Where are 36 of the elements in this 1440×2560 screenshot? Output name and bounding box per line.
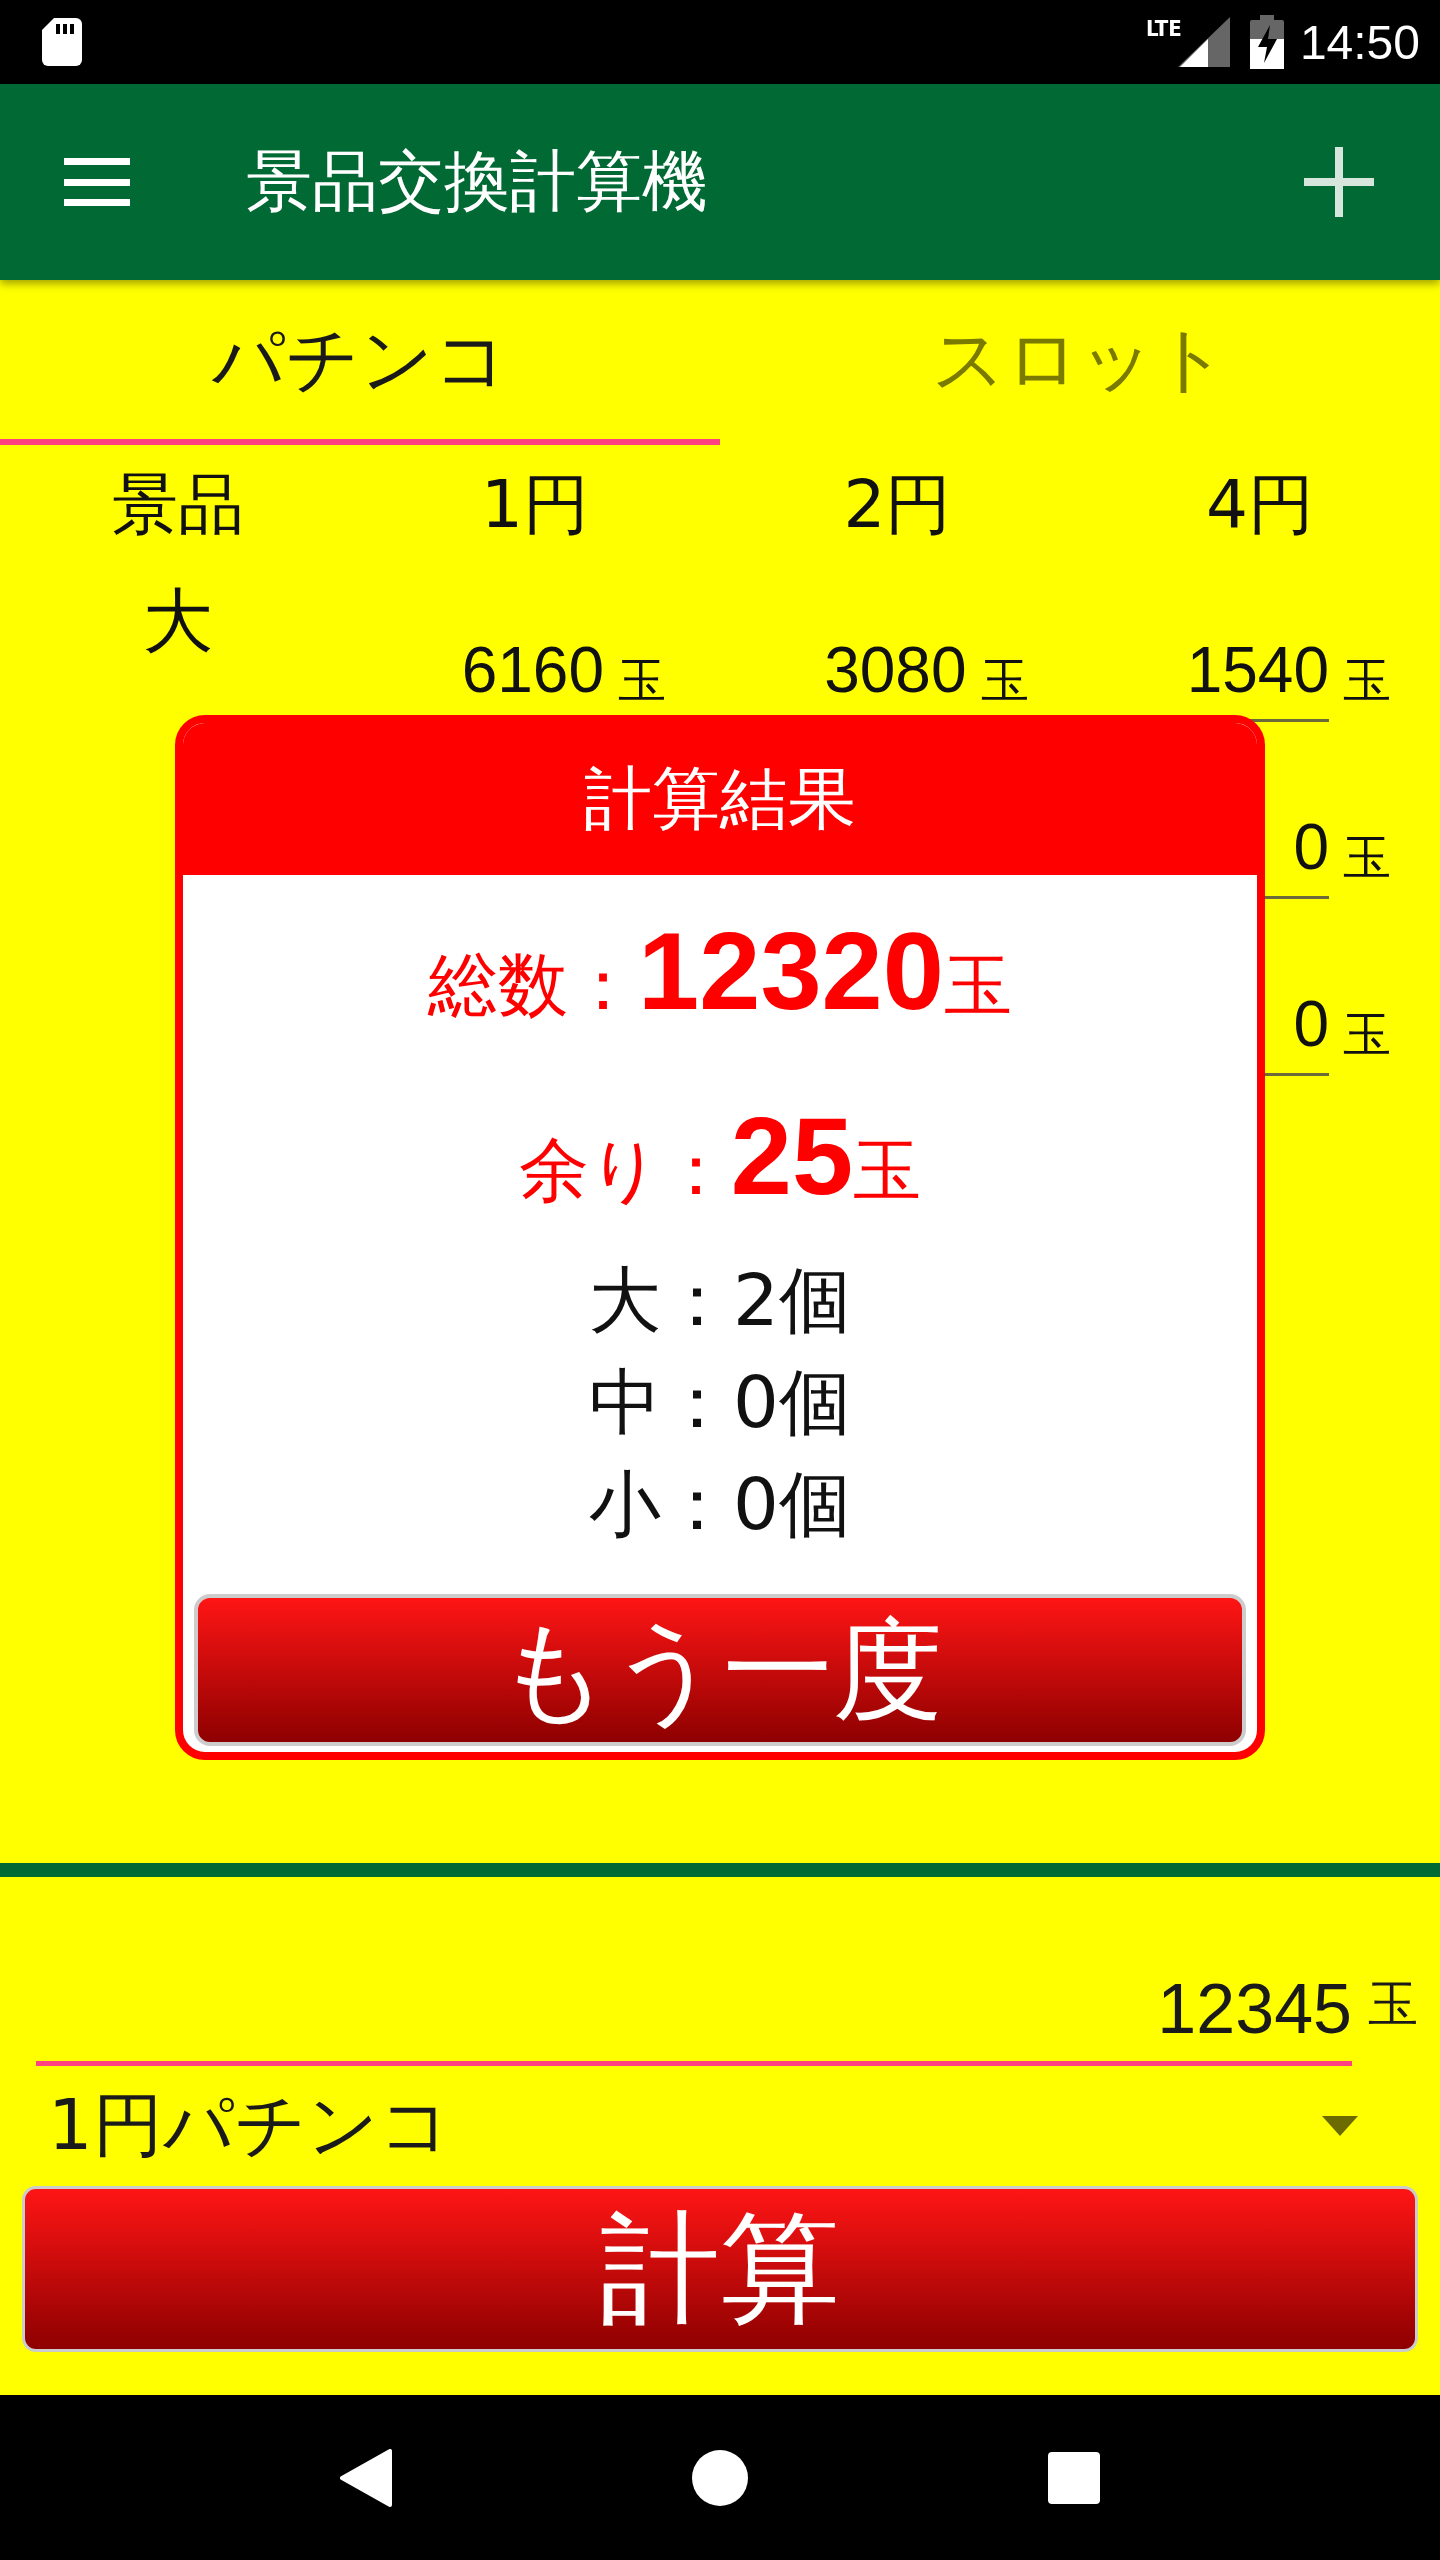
unit-label: 玉 <box>1368 1974 1418 2035</box>
recents-icon[interactable] <box>1048 2451 1100 2504</box>
column-header: 4円 <box>1206 465 1314 545</box>
ball-count-input[interactable]: 12345 <box>36 1969 1352 2066</box>
retry-button[interactable]: もう一度 <box>194 1594 1246 1746</box>
column-header: 2円 <box>843 465 952 545</box>
unit-label: 玉 <box>1343 651 1391 710</box>
column-header: 景品 <box>111 465 244 545</box>
row-label: 大 <box>142 579 213 664</box>
dialog-title: 計算結果 <box>183 723 1257 875</box>
sd-card-icon <box>42 18 82 66</box>
tab[interactable]: パチンコ <box>0 280 720 445</box>
total-count: 総数：12320玉 <box>428 908 1012 1034</box>
unit-label: 玉 <box>1343 1005 1391 1064</box>
add-button[interactable] <box>1304 147 1374 217</box>
prize-count: 中：0個 <box>589 1359 851 1446</box>
prize-count: 大：2個 <box>589 1257 851 1344</box>
calculate-button[interactable]: 計算 <box>22 2186 1418 2352</box>
home-icon[interactable] <box>692 2449 748 2506</box>
unit-label: 玉 <box>618 651 666 710</box>
column-header: 1円 <box>481 465 589 545</box>
menu-icon <box>64 158 130 206</box>
remainder-count: 余り：25玉 <box>518 1093 922 1219</box>
dropdown-arrow-icon <box>1322 2116 1358 2136</box>
machine-dropdown[interactable]: 1円パチンコ <box>22 2066 1418 2186</box>
unit-label: 玉 <box>980 651 1029 710</box>
network-type: LTE <box>1145 16 1182 41</box>
clock: 14:50 <box>1299 14 1420 70</box>
menu-button[interactable] <box>64 158 130 206</box>
plus-icon <box>1304 147 1374 217</box>
prize-count: 小：0個 <box>589 1461 851 1548</box>
unit-label: 玉 <box>1343 828 1391 887</box>
app-title: 景品交換計算機 <box>246 142 709 222</box>
back-icon[interactable] <box>340 2448 392 2507</box>
battery-charging-icon <box>1249 15 1284 69</box>
tab[interactable]: スロット <box>720 280 1440 445</box>
